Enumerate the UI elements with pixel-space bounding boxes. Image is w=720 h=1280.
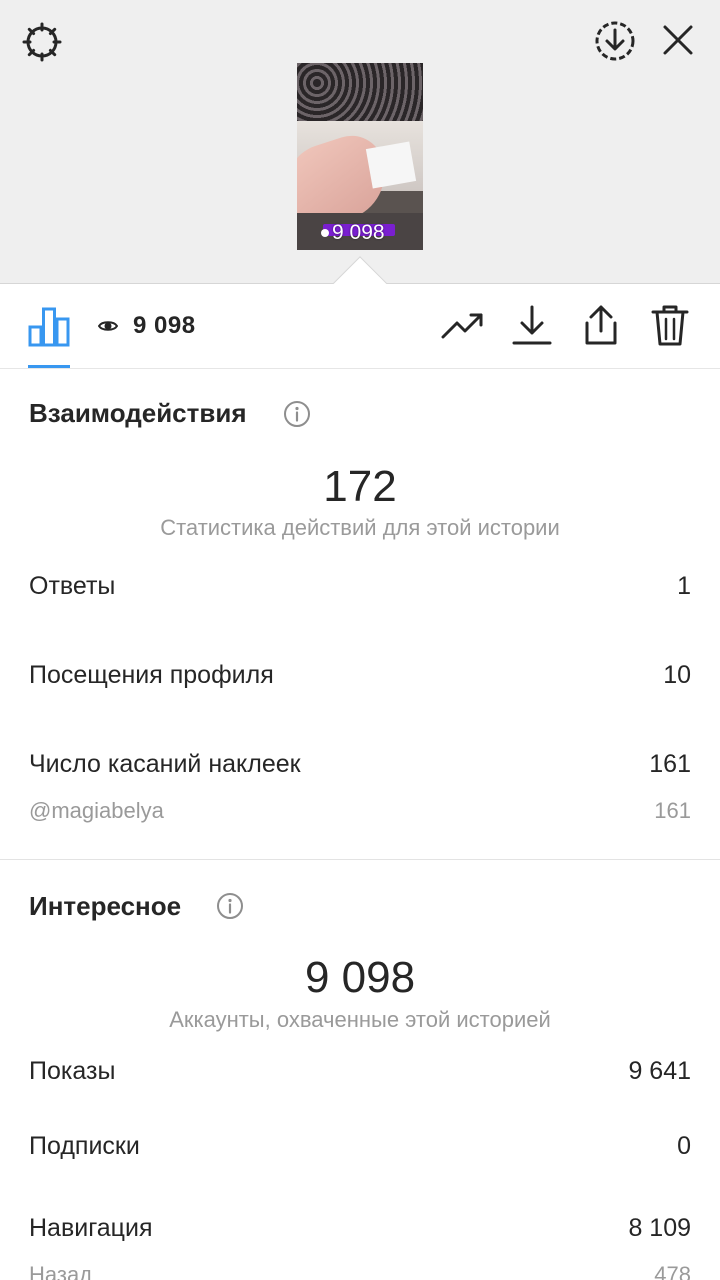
row-follows: Подписки 0 (29, 1132, 691, 1161)
interactions-total: 172 (323, 462, 397, 511)
close-icon[interactable] (656, 18, 700, 62)
save-story-icon[interactable] (592, 18, 638, 64)
thumbnail-lace (297, 63, 423, 123)
row-sticker-taps: Число касаний наклеек 161 (29, 750, 691, 779)
row-sticker-mention: @magiabelya 161 (29, 798, 691, 824)
row-label: Число касаний наклеек (29, 750, 301, 778)
row-label: Подписки (29, 1132, 140, 1160)
row-value: 0 (677, 1132, 691, 1160)
row-label: Показы (29, 1057, 116, 1085)
row-value: 161 (654, 798, 691, 823)
trending-icon[interactable] (441, 303, 485, 347)
row-label: Посещения профиля (29, 661, 274, 689)
row-value: 478 (654, 1262, 691, 1280)
views-count: 9 098 (133, 312, 196, 339)
settings-gear-icon[interactable] (18, 18, 66, 66)
story-toolbar: 9 098 (0, 285, 720, 369)
row-label: Ответы (29, 572, 116, 600)
row-value: 8 109 (628, 1214, 691, 1242)
row-value: 10 (663, 661, 691, 689)
row-profile-visits: Посещения профиля 10 (29, 661, 691, 690)
row-label: Навигация (29, 1214, 153, 1242)
bar-chart-icon[interactable] (28, 305, 70, 347)
row-impressions: Показы 9 641 (29, 1057, 691, 1086)
row-replies: Ответы 1 (29, 572, 691, 601)
row-value: 161 (649, 750, 691, 778)
story-preview-area: 9 098 (0, 0, 720, 284)
interactions-title: Взаимодействия (29, 398, 247, 428)
discovery-title: Интересное (29, 891, 182, 921)
discovery-info-icon[interactable] (216, 892, 244, 920)
row-nav-back: Назад 478 (29, 1262, 691, 1280)
thumbnail-eye-icon (321, 229, 329, 237)
row-value: 9 641 (628, 1057, 691, 1085)
thumbnail-view-count: 9 098 (321, 221, 385, 245)
story-thumbnail[interactable]: 9 098 (297, 63, 423, 250)
section-divider (0, 859, 720, 860)
row-label: Назад (29, 1262, 93, 1280)
row-navigation: Навигация 8 109 (29, 1214, 691, 1243)
thumbnail-tag (365, 141, 417, 189)
discovery-total: 9 098 (304, 953, 416, 1002)
thumbnail-view-count-text: 9 098 (332, 221, 385, 244)
interactions-info-icon[interactable] (283, 400, 311, 428)
active-tab-indicator (28, 365, 70, 368)
discovery-subtitle: Аккаунты, охваченные этой историей (169, 1007, 551, 1032)
row-label: @magiabelya (29, 798, 164, 823)
eye-icon (97, 316, 119, 336)
share-icon[interactable] (579, 303, 623, 347)
row-value: 1 (677, 572, 691, 600)
trash-icon[interactable] (648, 303, 692, 347)
interactions-subtitle: Статистика действий для этой истории (160, 515, 560, 540)
download-icon[interactable] (510, 303, 554, 347)
